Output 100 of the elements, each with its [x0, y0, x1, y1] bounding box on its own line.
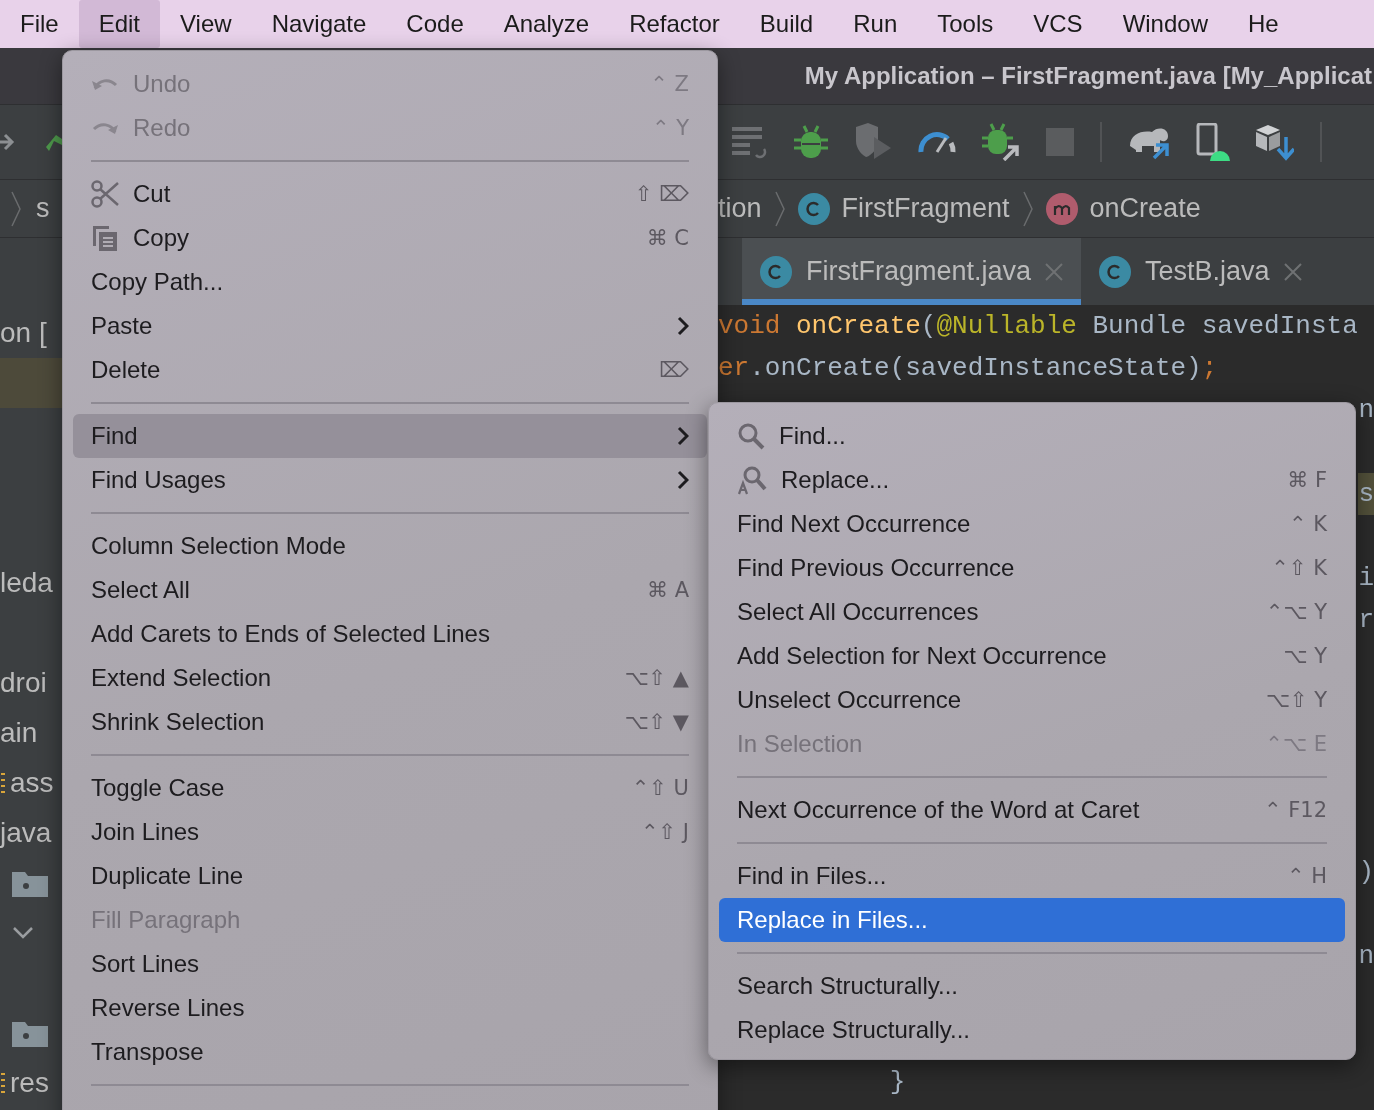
close-icon[interactable]	[1283, 262, 1302, 281]
code-line: void onCreate(@Nullable Bundle savedInsta	[718, 310, 1358, 343]
tree-item-label[interactable]: ass	[10, 767, 54, 799]
resource-folder-icon	[0, 772, 6, 794]
shortcut-label: ⌃⇧ K	[1271, 556, 1327, 580]
cube-download-icon[interactable]	[1256, 123, 1294, 161]
menu-item[interactable]: Find Next Occurrence ⌃ K	[719, 502, 1345, 546]
list-icon[interactable]	[732, 125, 768, 159]
breadcrumb-item[interactable]: s	[36, 193, 50, 224]
shortcut-label: ⌥⇧ Y	[1265, 688, 1327, 712]
menu-item[interactable]: Copy Path...	[73, 260, 707, 304]
menu-item[interactable]: Toggle Case ⌃⇧ U	[73, 766, 707, 810]
shortcut-label: ⌦	[659, 358, 689, 382]
shortcut-label: ⌘ A	[646, 578, 689, 602]
phone-android-icon[interactable]	[1196, 123, 1230, 161]
bug-arrow-icon[interactable]	[982, 123, 1020, 161]
menu-item[interactable]: Replace in Files...	[719, 898, 1345, 942]
menu-item[interactable]: Delete ⌦	[73, 348, 707, 392]
redo-icon	[91, 120, 119, 136]
shortcut-label: ⇧ ⌦	[635, 182, 689, 206]
tree-item-label[interactable]: res	[10, 1067, 49, 1099]
menu-item[interactable]: Search Structurally...	[719, 964, 1345, 1008]
menu-item[interactable]: Find Usages	[73, 458, 707, 502]
chevron-right-icon	[773, 189, 786, 228]
shortcut-label: ⌥⇧ ▲	[624, 666, 689, 690]
menu-item[interactable]: Sort Lines	[73, 942, 707, 986]
menu-bar-item[interactable]: Edit	[78, 0, 161, 48]
menu-bar-item[interactable]: Tools	[917, 0, 1014, 48]
chevron-right-icon	[1021, 189, 1034, 228]
undo-icon	[91, 76, 119, 92]
bug-icon[interactable]	[794, 124, 828, 160]
menu-bar-item[interactable]: Refactor	[609, 0, 740, 48]
menu-item[interactable]: Cut ⇧ ⌦	[73, 172, 707, 216]
breadcrumb-item[interactable]: onCreate	[1089, 193, 1201, 224]
menu-item[interactable]: Transpose	[73, 1030, 707, 1074]
tree-item-label[interactable]: java	[0, 817, 52, 849]
code-fragment: n	[1358, 394, 1374, 427]
shortcut-label: ⌃⇧ J	[640, 820, 689, 844]
method-icon	[1045, 192, 1078, 225]
menu-item[interactable]: Shrink Selection ⌥⇧ ▼	[73, 700, 707, 744]
menu-bar-item[interactable]: Window	[1102, 0, 1228, 48]
folder-icon[interactable]	[12, 1019, 48, 1047]
menu-item[interactable]: Select All ⌘ A	[73, 568, 707, 612]
menu-item[interactable]: Copy ⌘ C	[73, 216, 707, 260]
menu-bar-item[interactable]: File	[0, 0, 79, 48]
editor-tab[interactable]: FirstFragment.java	[742, 238, 1082, 305]
menu-item[interactable]: Select All Occurrences ⌃⌥ Y	[719, 590, 1345, 634]
shortcut-label: ⌃ H	[1286, 864, 1327, 888]
menu-item[interactable]: Next Occurrence of the Word at Caret ⌃ F12	[719, 788, 1345, 832]
breadcrumb-item[interactable]: FirstFragment	[841, 193, 1010, 224]
menu-item[interactable]: Duplicate Line	[73, 854, 707, 898]
scissors-icon	[91, 180, 119, 208]
menu-item[interactable]: Find	[73, 414, 707, 458]
editor-tab[interactable]: TestB.java	[1081, 238, 1320, 305]
code-line: er.onCreate(savedInstanceState);	[718, 352, 1218, 385]
code-line: }	[888, 1066, 906, 1099]
menu-bar-item[interactable]: Navigate	[251, 0, 387, 48]
menu-bar-item[interactable]: View	[160, 0, 252, 48]
resource-folder-icon	[0, 1072, 6, 1094]
tree-item-label[interactable]: droi	[0, 667, 47, 699]
menu-item[interactable]: Join Lines ⌃⇧ J	[73, 810, 707, 854]
replace-icon	[737, 465, 767, 495]
code-fragment: s	[1358, 473, 1374, 515]
breadcrumb-item[interactable]: tion	[718, 193, 762, 224]
class-icon	[760, 255, 792, 288]
chevron-right-icon	[677, 470, 689, 490]
shortcut-label: ⌃ F12	[1263, 798, 1327, 822]
menu-item[interactable]: Extend Selection ⌥⇧ ▲	[73, 656, 707, 700]
menu-item[interactable]: Unselect Occurrence ⌥⇧ Y	[719, 678, 1345, 722]
shortcut-label: ⌃⇧ U	[631, 776, 689, 800]
shortcut-label: ⌃ K	[1288, 512, 1327, 536]
folder-icon[interactable]	[12, 869, 48, 897]
menu-item[interactable]: Replace Structurally...	[719, 1008, 1345, 1052]
menu-item[interactable]: Find in Files... ⌃ H	[719, 854, 1345, 898]
menu-bar-item[interactable]: Analyze	[483, 0, 610, 48]
tree-item-label[interactable]: leda	[0, 567, 53, 599]
chevron-right-icon	[10, 189, 22, 228]
code-fragment: i	[1358, 562, 1374, 595]
menu-item[interactable]: Add Carets to Ends of Selected Lines	[73, 612, 707, 656]
menu-bar-item[interactable]: Code	[386, 0, 484, 48]
copy-icon	[91, 224, 119, 252]
menu-bar-item[interactable]: Build	[739, 0, 834, 48]
shortcut-label: ⌥ Y	[1283, 644, 1327, 668]
menu-bar-item[interactable]: Run	[833, 0, 918, 48]
tree-item-label[interactable]: on [	[0, 317, 47, 349]
menu-item[interactable]: Reverse Lines	[73, 986, 707, 1030]
menu-item[interactable]: Find...	[719, 414, 1345, 458]
shield-play-icon[interactable]	[854, 123, 892, 161]
tree-item-label[interactable]: ain	[0, 717, 38, 749]
menu-bar-item[interactable]: He	[1228, 0, 1299, 48]
gauge-icon[interactable]	[918, 130, 956, 154]
search-icon	[737, 422, 765, 450]
menu-item[interactable]: Add Selection for Next Occurrence ⌥ Y	[719, 634, 1345, 678]
menu-item[interactable]: Column Selection Mode	[73, 524, 707, 568]
menu-item[interactable]: Paste	[73, 304, 707, 348]
menu-item[interactable]: Find Previous Occurrence ⌃⇧ K	[719, 546, 1345, 590]
menu-bar-item[interactable]: VCS	[1013, 0, 1103, 48]
chevron-down-icon[interactable]	[12, 926, 34, 940]
shortcut-label: ⌘ F	[1287, 468, 1327, 492]
menu-item[interactable]: Replace... ⌘ F	[719, 458, 1345, 502]
